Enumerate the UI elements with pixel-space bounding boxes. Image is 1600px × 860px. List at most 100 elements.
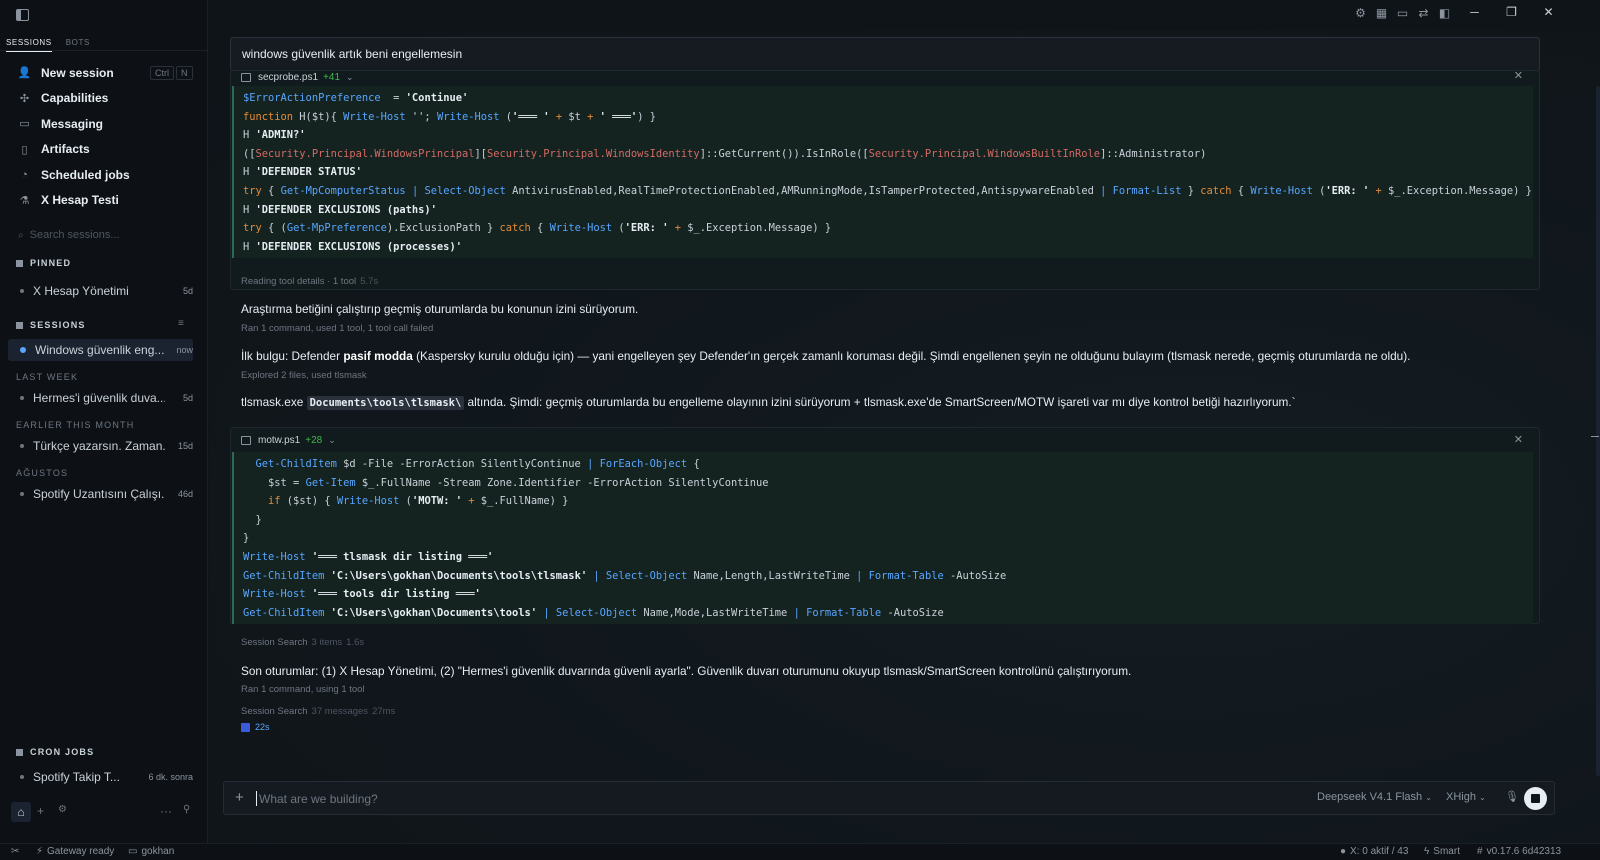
artifacts-button[interactable]: ▯ Artifacts xyxy=(8,137,200,163)
code-token: Write-Host xyxy=(549,222,613,235)
code-token: Get-ChildItem xyxy=(243,569,325,582)
code-card-header[interactable]: secprobe.ps1 +41 ⌄ ✕ xyxy=(231,71,1539,86)
sidebar-toggle-icon[interactable] xyxy=(16,9,29,21)
tools-icon[interactable]: ✂ xyxy=(11,846,19,857)
tool-meta: Session Search 37 messages 27ms xyxy=(241,706,395,717)
folder-icon: ▭ xyxy=(128,846,138,857)
code-token: try xyxy=(243,184,262,197)
capabilities-button[interactable]: ✣ Capabilities xyxy=(8,86,200,112)
close-icon[interactable]: ✕ xyxy=(1514,433,1523,446)
x-active-label: X: 0 aktif / 43 xyxy=(1350,846,1409,857)
bullet xyxy=(20,444,24,448)
folder-label: gokhan xyxy=(141,846,175,857)
gateway-status: ⚡ Gateway ready xyxy=(36,846,114,857)
sidebar-footer: ⌂ + ⚙ ··· ⚲ xyxy=(0,800,208,824)
messaging-button[interactable]: ▭ Messaging xyxy=(8,111,200,137)
more-icon[interactable]: ··· xyxy=(160,804,172,818)
chat-icon[interactable]: ▭ xyxy=(1392,6,1413,20)
add-icon[interactable]: + xyxy=(37,804,44,818)
code-token: $_.Exception.Message) } xyxy=(680,222,832,235)
pinned-item[interactable]: X Hesap Yönetimi 5d xyxy=(8,280,193,302)
chevron-down-icon[interactable]: ⌄ xyxy=(346,72,354,83)
effort-selector[interactable]: XHigh ⌄ xyxy=(1446,791,1486,803)
code-token: 'DEFENDER EXCLUSIONS (processes)' xyxy=(255,240,462,253)
shortcut-ctrl: Ctrl xyxy=(150,66,174,80)
filename: secprobe.ps1 xyxy=(258,72,319,83)
new-session-button[interactable]: 👤 New session Ctrl N xyxy=(8,60,200,86)
version-status: # v0.17.6 6d42313 xyxy=(1477,846,1561,857)
code-token: 'ERR: ' xyxy=(624,222,669,235)
model-selector[interactable]: Deepseek V4.1 Flash ⌄ xyxy=(1317,791,1432,803)
stop-button[interactable] xyxy=(1524,787,1547,810)
running-chip[interactable]: 22s xyxy=(241,722,270,732)
code-token: ]::GetCurrent()).IsInRole([ xyxy=(699,147,869,160)
code-token: Security.Principal.WindowsIdentity xyxy=(486,147,700,160)
x-hesap-testi-button[interactable]: ⚗ X Hesap Testi xyxy=(8,188,200,214)
code-token: '═══ ' xyxy=(512,110,550,123)
gateway-label: Gateway ready xyxy=(47,846,115,857)
close-icon[interactable]: ✕ xyxy=(1530,5,1567,19)
status-dot-icon: ● xyxy=(1340,846,1347,857)
settings-icon[interactable]: ⚙ xyxy=(58,804,67,815)
panel-icon[interactable]: ◧ xyxy=(1434,6,1455,20)
bullet xyxy=(20,289,24,293)
close-icon[interactable]: ✕ xyxy=(1514,71,1523,82)
layout-icon[interactable]: ▦ xyxy=(1371,6,1392,20)
text-segment: tlsmask.exe xyxy=(241,395,307,409)
gear-icon[interactable]: ⚙ xyxy=(1350,6,1371,20)
section-icon xyxy=(16,259,23,267)
restore-icon[interactable]: ❐ xyxy=(1493,5,1530,19)
message-icon: ▭ xyxy=(19,118,30,131)
code-token: $ErrorActionPreference xyxy=(243,92,381,104)
cron-item[interactable]: Spotify Takip T... 6 dk. sonra xyxy=(8,766,193,788)
assistant-text: İlk bulgu: Defender pasif modda (Kaspers… xyxy=(241,349,1541,363)
plus-icon[interactable]: + xyxy=(235,789,244,806)
composer-input[interactable] xyxy=(256,791,1296,806)
code-token: if xyxy=(268,495,281,508)
home-icon[interactable]: ⌂ xyxy=(11,802,31,822)
code-token: Write-Host xyxy=(243,550,306,563)
inline-code: Documents\tools\tlsmask\ xyxy=(306,396,465,410)
code-card-secprobe: secprobe.ps1 +41 ⌄ ✕ $ErrorActionPrefere… xyxy=(230,70,1540,290)
code-line: } xyxy=(243,529,1533,548)
code-card-header[interactable]: motw.ps1 +28 ⌄ ✕ xyxy=(231,428,1539,452)
minimize-icon[interactable]: ─ xyxy=(1456,5,1493,19)
session-item[interactable]: Hermes'i güvenlik duva... 5d xyxy=(8,387,193,409)
mode-status[interactable]: ϟ Smart xyxy=(1424,846,1460,857)
code-line: Write-Host '═══ tlsmask dir listing ═══' xyxy=(243,548,1533,567)
sidebar: SESSIONS BOTS 👤 New session Ctrl N ✣ Cap… xyxy=(0,0,208,843)
chevron-down-icon: ⌄ xyxy=(1425,793,1432,802)
code-line: function H($t){ Write-Host ''; Write-Hos… xyxy=(243,108,1533,127)
swap-icon[interactable]: ⇄ xyxy=(1413,6,1434,20)
sidebar-nav: 👤 New session Ctrl N ✣ Capabilities ▭ Me… xyxy=(8,60,200,213)
code-line: try { (Get-MpPreference).ExclusionPath }… xyxy=(243,219,1533,238)
pin-icon[interactable]: ⚲ xyxy=(183,804,190,815)
scheduled-jobs-button[interactable]: ◔ Scheduled jobs xyxy=(8,162,200,188)
chevron-down-icon[interactable]: ⌄ xyxy=(328,435,336,446)
text-segment: altında. Şimdi: geçmiş oturumlarda bu en… xyxy=(464,395,1296,409)
section-label: CRON JOBS xyxy=(30,747,95,757)
code-token: H xyxy=(243,240,256,253)
scrollbar[interactable] xyxy=(1596,86,1600,776)
code-token: { xyxy=(687,458,700,470)
search-sessions-input[interactable]: ⌕ Search sessions... xyxy=(18,229,193,241)
code-line: try { Get-MpComputerStatus | Select-Obje… xyxy=(243,182,1533,201)
tool-meta: Session Search 3 items 1.6s xyxy=(241,637,364,648)
bullet xyxy=(20,492,24,496)
code-token: '═══ tools dir listing ═══' xyxy=(311,588,481,601)
meta-time: 5.7s xyxy=(360,276,379,287)
code-token: Get-Item xyxy=(305,476,356,489)
code-line: Get-ChildItem 'C:\Users\gokhan\Documents… xyxy=(243,567,1533,586)
code-token: Write-Host xyxy=(1250,184,1313,197)
folder-status[interactable]: ▭ gokhan xyxy=(128,846,174,857)
tool-meta: Reading tool details · 1 tool 5.7s xyxy=(241,276,378,287)
tool-meta: Ran 1 command, used 1 tool, 1 tool call … xyxy=(241,323,434,334)
mic-icon[interactable]: 🎙 xyxy=(1505,790,1519,803)
cron-header: CRON JOBS xyxy=(16,747,94,757)
meta-text: Session Search xyxy=(241,637,308,648)
filter-icon[interactable]: ≡ xyxy=(178,318,184,329)
session-item[interactable]: Spotify Uzantısını Çalışı... 46d xyxy=(8,483,193,505)
active-session-item[interactable]: Windows güvenlik eng... now xyxy=(8,339,193,361)
code-token: Name,Mode,LastWriteTime xyxy=(637,606,794,619)
session-item[interactable]: Türkçe yazarsın. Zaman... 15d xyxy=(8,435,193,457)
